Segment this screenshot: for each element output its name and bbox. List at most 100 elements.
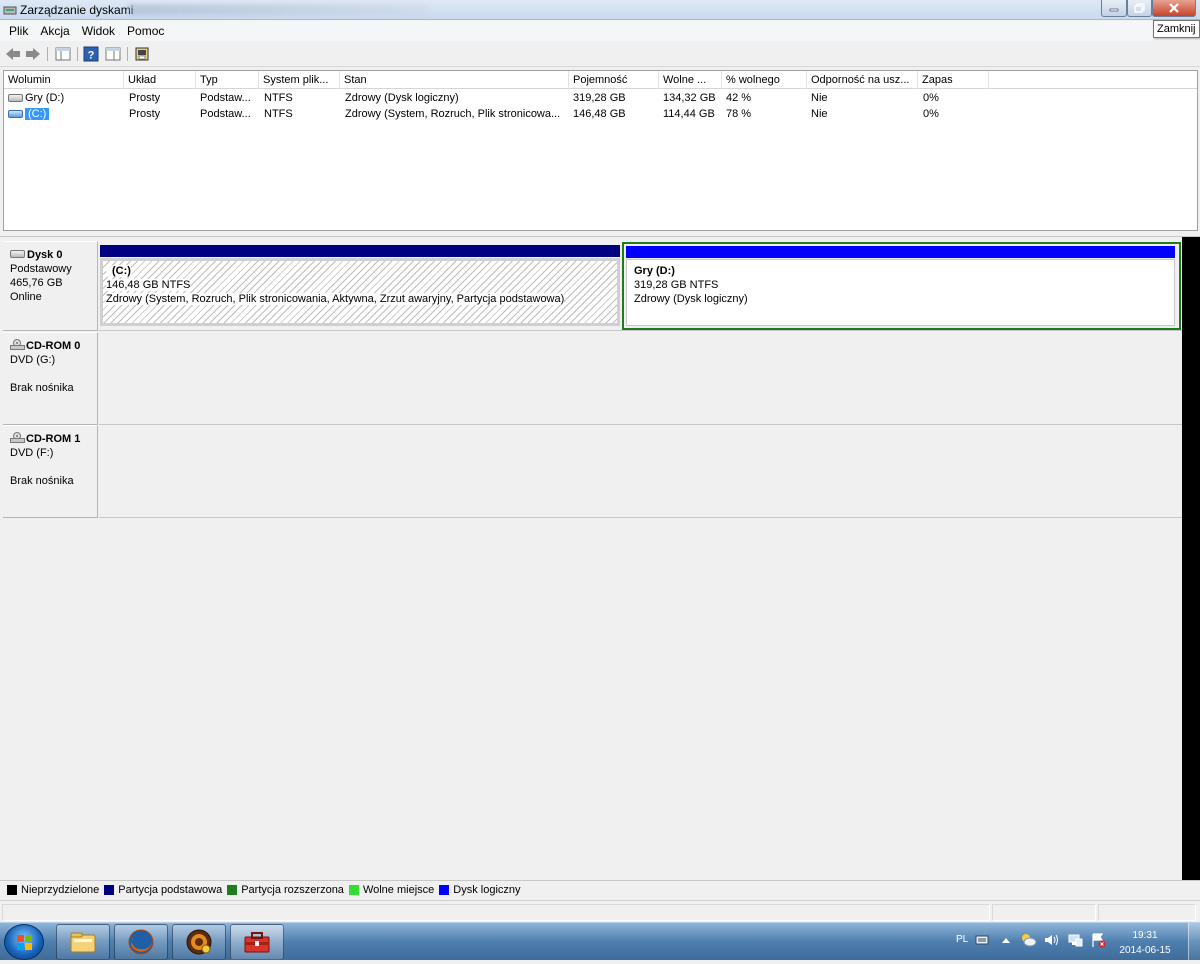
taskbar-game-button[interactable] <box>172 924 226 960</box>
column-header-percent-free[interactable]: % wolnego <box>722 71 807 89</box>
cdrom0-status: Brak nośnika <box>10 382 74 394</box>
column-header-filesystem[interactable]: System plik... <box>259 71 340 89</box>
cd-drive-icon <box>10 432 25 443</box>
overhead-cell: 0% <box>923 108 939 120</box>
volume-icon[interactable] <box>1043 933 1059 950</box>
percent-free-cell: 42 % <box>726 92 752 104</box>
column-header-free[interactable]: Wolne ... <box>659 71 722 89</box>
legend-swatch <box>7 885 17 895</box>
cdrom0-label[interactable]: CD-ROM 0 DVD (G:) Brak nośnika <box>3 332 98 425</box>
disk0-type: Podstawowy <box>10 263 72 275</box>
partition-d[interactable]: Gry (D:) 319,28 GB NTFS Zdrowy (Dysk log… <box>626 259 1175 326</box>
table-row[interactable]: (C:) Prosty Podstaw... NTFS Zdrowy (Syst… <box>4 106 1197 122</box>
layout-cell: Prosty <box>129 108 161 120</box>
blurred-title-text <box>128 4 428 15</box>
column-header-capacity[interactable]: Pojemność <box>569 71 659 89</box>
legend-item: Wolne miejsce <box>348 884 434 896</box>
legend-item: Partycja rozszerzona <box>227 884 344 896</box>
legend-label: Nieprzydzielone <box>21 884 100 896</box>
status-cell: Zdrowy (System, Rozruch, Plik stronicowa… <box>345 108 561 120</box>
console-tree-icon[interactable] <box>54 45 72 63</box>
action-center-icon[interactable] <box>1090 933 1106 951</box>
clock[interactable]: 19:31 2014-06-15 <box>1108 928 1182 958</box>
legend-label: Dysk logiczny <box>453 884 521 896</box>
fault-tolerance-cell: Nie <box>811 108 828 120</box>
column-header-status[interactable]: Stan <box>340 71 569 89</box>
menu-help[interactable]: Pomoc <box>121 24 170 38</box>
close-icon <box>1169 3 1179 13</box>
menu-view[interactable]: Widok <box>76 24 121 38</box>
taskbar-disk-management-button[interactable] <box>230 924 284 960</box>
partition-c-size: 146,48 GB NTFS <box>106 279 191 291</box>
file-explorer-icon <box>70 932 96 953</box>
cdrom1-status: Brak nośnika <box>10 475 74 487</box>
column-header-fault-tolerance[interactable]: Odporność na usz... <box>807 71 918 89</box>
menu-file[interactable]: Plik <box>3 24 34 38</box>
cdrom0-drive: DVD (G:) <box>10 354 56 366</box>
filesystem-cell: NTFS <box>264 108 293 120</box>
toolbar-separator <box>47 47 48 61</box>
disk0-label[interactable]: Dysk 0 Podstawowy 465,76 GB Online <box>3 241 98 331</box>
legend-swatch <box>348 885 359 895</box>
taskbar-explorer-button[interactable] <box>56 924 110 960</box>
legend-item: Nieprzydzielone <box>7 884 99 896</box>
game-client-icon <box>186 929 212 955</box>
minimize-button[interactable] <box>1101 0 1127 17</box>
legend-swatch <box>104 885 115 895</box>
legend-label: Partycja rozszerzona <box>241 884 344 896</box>
disk0-name: Dysk 0 <box>27 249 63 261</box>
legend: Nieprzydzielone Partycja podstawowa Part… <box>0 880 1200 899</box>
toolbar: ? <box>0 41 1200 67</box>
overhead-cell: 0% <box>923 92 939 104</box>
volume-cell: Gry (D:) <box>4 90 124 106</box>
close-button[interactable] <box>1152 0 1196 17</box>
back-arrow-icon[interactable] <box>4 45 22 63</box>
language-indicator[interactable]: PL <box>956 934 968 945</box>
taskbar: PL 19:31 2014-06-15 <box>0 922 1200 961</box>
free-cell: 114,44 GB <box>663 108 715 120</box>
partition-d-type-stripe <box>626 246 1175 258</box>
partition-d-status: Zdrowy (Dysk logiczny) <box>634 293 748 305</box>
column-header-volume[interactable]: Wolumin <box>4 71 124 89</box>
scrollbar-area[interactable] <box>1182 237 1200 880</box>
toolbar-separator <box>77 47 78 61</box>
title-bar: Zarządzanie dyskami <box>0 0 1200 20</box>
table-row[interactable]: Gry (D:) Prosty Podstaw... NTFS Zdrowy (… <box>4 90 1197 106</box>
show-desktop-button[interactable] <box>1188 923 1200 961</box>
close-tooltip: Zamknij <box>1153 20 1200 38</box>
fault-tolerance-cell: Nie <box>811 92 828 104</box>
weather-icon[interactable] <box>1019 931 1037 950</box>
cdrom1-row <box>99 425 1182 518</box>
keyboard-icon[interactable] <box>975 934 989 949</box>
svg-text:?: ? <box>88 50 95 62</box>
volume-name: Gry (D:) <box>25 92 65 104</box>
capacity-cell: 319,28 GB <box>573 92 626 104</box>
volume-list-header: Wolumin Układ Typ System plik... Stan Po… <box>4 71 1197 89</box>
legend-item: Partycja podstawowa <box>104 884 222 896</box>
properties-icon[interactable] <box>104 45 122 63</box>
start-button[interactable] <box>4 924 44 960</box>
disk-management-app-icon <box>3 3 17 16</box>
disk-settings-icon[interactable] <box>133 45 151 63</box>
menu-action[interactable]: Akcja <box>34 24 75 38</box>
forward-arrow-icon[interactable] <box>24 45 42 63</box>
type-cell: Podstaw... <box>200 108 251 120</box>
column-header-layout[interactable]: Układ <box>124 71 196 89</box>
cd-drive-icon <box>10 339 25 350</box>
cdrom1-name: CD-ROM 1 <box>26 433 81 445</box>
column-header-overhead[interactable]: Zapas <box>918 71 989 89</box>
network-icon[interactable] <box>1067 933 1083 950</box>
partition-d-size: 319,28 GB NTFS <box>634 279 719 291</box>
partition-c[interactable]: (C:) 146,48 GB NTFS Zdrowy (System, Rozr… <box>100 258 620 326</box>
restore-button[interactable] <box>1127 0 1152 17</box>
cdrom1-label[interactable]: CD-ROM 1 DVD (F:) Brak nośnika <box>3 425 98 518</box>
help-icon[interactable]: ? <box>82 45 100 63</box>
taskbar-firefox-button[interactable] <box>114 924 168 960</box>
status-pane <box>1098 904 1196 921</box>
layout-cell: Prosty <box>129 92 161 104</box>
show-hidden-icons-icon[interactable] <box>1002 936 1010 948</box>
cdrom1-drive: DVD (F:) <box>10 447 54 459</box>
clock-time: 19:31 <box>1132 930 1158 941</box>
hard-disk-icon <box>10 250 25 258</box>
column-header-type[interactable]: Typ <box>196 71 259 89</box>
